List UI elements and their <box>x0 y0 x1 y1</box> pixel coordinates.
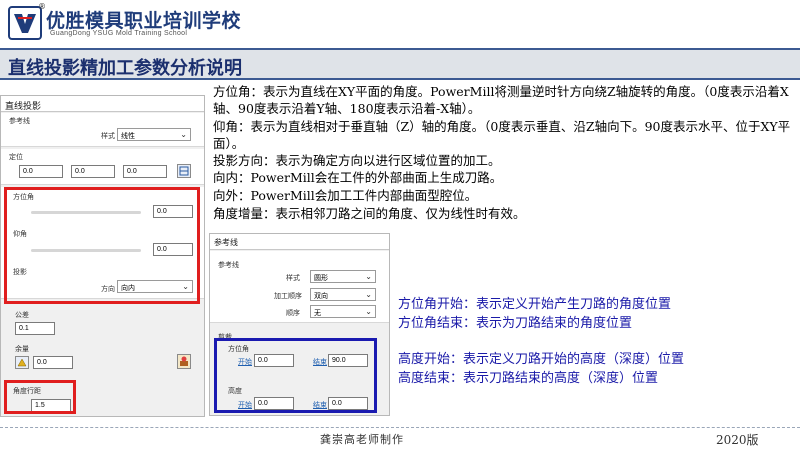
description-outward: 向外：PowerMill会加工工件内部曲面型腔位。 <box>213 187 478 203</box>
height-start-note: 高度开始：表示定义刀路开始的高度（深度）位置 <box>398 352 685 367</box>
component-thickness-icon[interactable] <box>177 354 191 369</box>
school-name: 优胜模具职业培训学校 <box>46 10 242 32</box>
school-logo <box>8 6 42 40</box>
azimuth-end-note: 方位角结束：表示为刀路结束的角度位置 <box>398 316 633 331</box>
azimuth-start-note: 方位角开始：表示定义开始产生刀路的角度位置 <box>398 297 672 312</box>
description-azimuth: 方位角：表示为直线在XY平面的角度。PowerMill将测量逆时针方向绕Z轴旋转… <box>213 84 789 117</box>
reference-options: 参考线 样式 圆形 ⌄ 加工顺序 双向 ⌄ 顺序 无 ⌄ <box>210 251 389 323</box>
style-label: 样式 <box>101 133 115 140</box>
style-select[interactable]: 线性 ⌄ <box>117 128 191 141</box>
style-value: 线性 <box>121 133 135 140</box>
machining-order-label: 加工顺序 <box>274 293 302 300</box>
registered-mark: ® <box>38 2 46 11</box>
tolerance-label: 公差 <box>15 312 29 319</box>
footer-divider <box>0 427 800 428</box>
chevron-down-icon: ⌄ <box>365 290 372 299</box>
ordering-value: 无 <box>314 310 321 317</box>
reference-dialog-title: 参考线 <box>210 234 389 250</box>
chevron-down-icon: ⌄ <box>180 130 187 139</box>
thickness-input[interactable]: 0.0 <box>33 356 73 369</box>
school-english-name: GuangDong YSUG Mold Training School <box>50 30 188 37</box>
reference-label: 参考线 <box>218 262 239 269</box>
style-label: 样式 <box>286 275 300 282</box>
dialog-title: 直线投影 <box>1 96 204 112</box>
ordering-select[interactable]: 无 ⌄ <box>310 305 376 318</box>
stepover-highlight-frame <box>4 380 76 414</box>
style-select[interactable]: 圆形 ⌄ <box>310 270 376 283</box>
azimuth-limit-notes: 方位角开始：表示定义开始产生刀路的角度位置 方位角结束：表示为刀路结束的角度位置 <box>398 295 798 333</box>
height-limit-notes: 高度开始：表示定义刀路开始的高度（深度）位置 高度结束：表示刀路结束的高度（深度… <box>398 350 798 388</box>
position-y-input[interactable]: 0.0 <box>71 165 115 178</box>
style-value: 圆形 <box>314 275 328 282</box>
limits-highlight-frame <box>214 338 377 413</box>
description-elevation: 仰角：表示为直线相对于垂直轴（Z）轴的角度。（0度表示垂直、沿Z轴向下。90度表… <box>213 118 791 151</box>
thickness-link-icon[interactable] <box>15 356 29 369</box>
footer-author: 龚崇高老师制作 <box>320 433 404 446</box>
ordering-label: 顺序 <box>286 310 300 317</box>
reference-section: 参考线 样式 线性 ⌄ <box>1 113 204 147</box>
reference-label: 参考线 <box>9 118 30 125</box>
position-section: 定位 0.0 0.0 0.0 <box>1 149 204 185</box>
parameter-description: 方位角：表示为直线在XY平面的角度。PowerMill将测量逆时针方向绕Z轴旋转… <box>213 83 797 222</box>
position-x-input[interactable]: 0.0 <box>19 165 63 178</box>
thickness-label: 余量 <box>15 346 29 353</box>
chevron-down-icon: ⌄ <box>365 307 372 316</box>
title-bar: 直线投影精加工参数分析说明 <box>0 48 800 80</box>
machining-order-value: 双向 <box>314 293 328 300</box>
height-end-note: 高度结束：表示刀路结束的高度（深度）位置 <box>398 371 659 386</box>
description-projection-direction: 投影方向：表示为确定方向以进行区域位置的加工。 <box>213 153 501 169</box>
footer-version: 2020版 <box>716 433 759 447</box>
description-inward: 向内：PowerMill会在工件的外部曲面上生成刀路。 <box>213 170 503 186</box>
slide-title: 直线投影精加工参数分析说明 <box>8 58 242 79</box>
position-label: 定位 <box>9 154 23 161</box>
chevron-down-icon: ⌄ <box>365 272 372 281</box>
description-angular-stepover: 角度增量：表示相邻刀路之间的角度、仅为线性时有效。 <box>213 206 526 222</box>
position-z-input[interactable]: 0.0 <box>123 165 167 178</box>
machining-order-select[interactable]: 双向 ⌄ <box>310 288 376 301</box>
pick-position-icon[interactable] <box>177 164 191 178</box>
tolerance-input[interactable]: 0.1 <box>15 322 55 335</box>
angle-highlight-frame <box>4 187 200 304</box>
